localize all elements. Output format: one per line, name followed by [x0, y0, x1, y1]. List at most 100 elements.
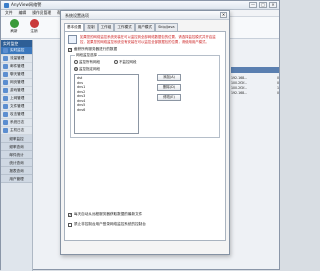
close-button[interactable]: ✕	[269, 2, 277, 8]
internet-icon	[3, 96, 8, 101]
tab-user-mode[interactable]: 用户模式	[134, 23, 156, 31]
refresh-label: 刷新	[10, 29, 18, 33]
attack-icon	[3, 112, 8, 117]
sidebar-item[interactable]: 主机日志	[1, 127, 32, 135]
list-item[interactable]: dns6	[77, 108, 136, 113]
delete-button[interactable]: 删除(D)	[157, 84, 181, 91]
block-console-checkbox[interactable]: 禁止非控制台用户登录网络监控系统的控制台	[68, 222, 146, 227]
radio-all[interactable]: 监控所有网段	[74, 60, 100, 65]
radio-circle	[114, 60, 118, 64]
checkbox-box: ✓	[68, 212, 72, 217]
sidebar-item[interactable]: 网页管理	[1, 79, 32, 87]
sidebar-group[interactable]: 频率监控	[1, 135, 32, 143]
minimize-button[interactable]: —	[249, 2, 257, 8]
refresh-icon	[9, 19, 19, 28]
segment-group: 网段监控选择 监控所有网段 不监控网段 监控指定网段 dst dns dns1 …	[70, 53, 220, 138]
monitor-all-checkbox[interactable]: ✓ 截获所有服务器进行的数据	[68, 47, 222, 52]
checkbox-label: 每天自动从远程服务器获取数据的最新文件	[74, 212, 143, 216]
radio-label: 不监控网段	[119, 60, 137, 64]
chat-icon	[3, 72, 8, 77]
tab-skip-java[interactable]: Skip/Java	[155, 23, 178, 31]
sidebar-item-label: 攻击管理	[10, 112, 25, 116]
logout-button[interactable]: 注销	[27, 19, 41, 36]
sidebar-item[interactable]: 上网管理	[1, 95, 32, 103]
mail-icon	[3, 64, 8, 69]
auto-update-checkbox[interactable]: ✓ 每天自动从远程服务器获取数据的最新文件	[68, 212, 142, 217]
checkbox-box	[68, 222, 72, 227]
logout-label: 注销	[30, 29, 38, 33]
maximize-button[interactable]: □	[259, 2, 267, 8]
sidebar-header: 实时监控	[1, 40, 32, 47]
sidebar-item-label: 文件管理	[10, 104, 25, 108]
sidebar-item[interactable]: 实时监控	[1, 47, 32, 55]
web-icon	[3, 80, 8, 85]
sidebar-item-label: 上网管理	[10, 96, 25, 100]
menu-file[interactable]: 文件	[5, 10, 13, 16]
radio-row: 监控所有网段 不监控网段	[74, 60, 216, 65]
dialog-close-button[interactable]: ✕	[220, 12, 227, 18]
tab-workgroup[interactable]: 工作组	[97, 23, 115, 31]
dialog-tabs: 基本设置 控制 工作组 工作模式 用户模式 Skip/Java	[64, 23, 226, 31]
sidebar-group[interactable]: 邮件统计	[1, 151, 32, 159]
sidebar-item-label: 邮件管理	[10, 64, 25, 68]
sidebar-item[interactable]: 文件管理	[1, 103, 32, 111]
radio-label: 监控指定网段	[79, 67, 100, 71]
checkbox-label: 截获所有服务器进行的数据	[74, 47, 118, 51]
app-title: AnyView网络警	[11, 2, 42, 7]
tab-basic[interactable]: 基本设置	[64, 23, 85, 31]
title-bar: AnyView网络警	[1, 1, 279, 10]
sidebar-group[interactable]: 频率查询	[1, 143, 32, 151]
sidebar-item-label: 游戏管理	[10, 88, 25, 92]
sidebar-item[interactable]: 流量管理	[1, 55, 32, 63]
dialog-title: 系统设置选项	[65, 13, 89, 18]
row-count: 0	[276, 91, 279, 95]
window-controls: — □ ✕	[249, 2, 277, 8]
monitor-icon	[3, 48, 8, 53]
tab-work-mode[interactable]: 工作模式	[114, 23, 135, 31]
checkbox-label: 禁止非控制台用户登录网络监控系统的控制台	[74, 222, 146, 226]
sidebar-group[interactable]: 报表查询	[1, 167, 32, 175]
checkbox-box: ✓	[68, 47, 72, 52]
sidebar-item-label: 流量管理	[10, 56, 25, 60]
radio-none[interactable]: 不监控网段	[114, 60, 137, 65]
radio-label: 监控所有网段	[79, 60, 100, 64]
row-ip: 192.168...	[231, 91, 248, 95]
sidebar-item[interactable]: 聊天管理	[1, 71, 32, 79]
sidebar-item-label: 网页管理	[10, 80, 25, 84]
tab-control[interactable]: 控制	[84, 23, 98, 31]
sidebar-item[interactable]: 邮件管理	[1, 63, 32, 71]
segment-listbox[interactable]: dst dns dns1 dns2 dns3 dns4 dns5 dns6	[74, 74, 139, 134]
connection-list: 192.168... 0 100.2f2f... 0 100.2f2f... 1 19…	[231, 67, 279, 96]
sidebar-item-label: 实时监控	[10, 48, 25, 52]
list-header	[231, 67, 279, 73]
host-log-icon	[3, 128, 8, 133]
sidebar-item[interactable]: 攻击管理	[1, 111, 32, 119]
logout-icon	[29, 19, 39, 28]
group-label: 网段监控选择	[75, 53, 98, 58]
list-item[interactable]: 192.168... 0	[231, 91, 279, 96]
sidebar-item[interactable]: 游戏管理	[1, 87, 32, 95]
settings-dialog: 系统设置选项 ✕ 基本设置 控制 工作组 工作模式 用户模式 Skip/Java…	[60, 10, 230, 255]
sidebar: 实时监控 实时监控 流量管理 邮件管理 聊天管理 网页管理 游戏管理 上网管理 …	[1, 40, 33, 271]
radio-circle	[74, 67, 78, 71]
menu-edit[interactable]: 编辑	[19, 10, 27, 16]
sidebar-group[interactable]: 统计查询	[1, 159, 32, 167]
menu-operator[interactable]: 操作员管理	[32, 10, 51, 16]
sidebar-item-label: 主机日志	[10, 128, 25, 132]
info-section: 如果您的网络监控系统安装在可以监控到全部网络数据包的位置，请选择监控模式并开启监…	[68, 35, 222, 44]
sidebar-item[interactable]: 系统日志	[1, 119, 32, 127]
app-logo-icon	[4, 2, 9, 8]
radio-circle	[74, 60, 78, 64]
log-icon	[3, 120, 8, 125]
segment-list-area: dst dns dns1 dns2 dns3 dns4 dns5 dns6 添加…	[74, 74, 216, 134]
traffic-icon	[3, 56, 8, 61]
info-text: 如果您的网络监控系统安装在可以监控到全部网络数据包的位置，请选择监控模式并开启监…	[80, 35, 216, 44]
refresh-button[interactable]: 刷新	[7, 19, 21, 36]
dialog-title-bar: 系统设置选项 ✕	[61, 11, 229, 20]
tab-content: 如果您的网络监控系统安装在可以监控到全部网络数据包的位置，请选择监控模式并开启监…	[64, 31, 226, 241]
sidebar-group[interactable]: 用户管理	[1, 175, 32, 183]
add-button[interactable]: 添加(A)	[157, 74, 181, 81]
edit-button[interactable]: 修改(E)	[157, 94, 181, 101]
radio-specified[interactable]: 监控指定网段	[74, 67, 100, 72]
game-icon	[3, 88, 8, 93]
